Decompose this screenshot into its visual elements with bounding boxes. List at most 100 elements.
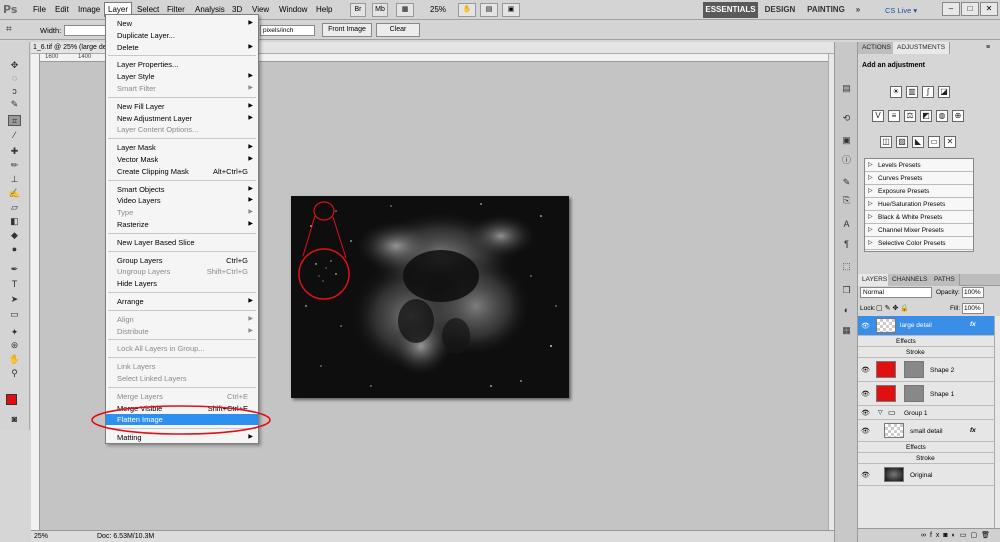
opacity-input[interactable]: 100%: [962, 287, 984, 298]
exposure-icon[interactable]: ◪: [938, 86, 950, 98]
preset-levels[interactable]: Levels Presets: [865, 159, 973, 172]
preset-selective-color[interactable]: Selective Color Presets: [865, 237, 973, 250]
eye-icon[interactable]: 👁: [861, 390, 870, 398]
workspace-painting[interactable]: PAINTING: [805, 2, 847, 18]
tab-paths[interactable]: PATHS: [930, 274, 960, 286]
front-image-button[interactable]: Front Image: [322, 23, 372, 37]
masks-icon[interactable]: ◐: [840, 304, 853, 316]
width-input[interactable]: [64, 25, 106, 36]
preset-black-white[interactable]: Black & White Presets: [865, 211, 973, 224]
history-brush-tool-icon[interactable]: ✍: [8, 188, 21, 199]
menu-item-delete[interactable]: Delete ▶: [106, 42, 258, 53]
layer-name[interactable]: Shape 2: [930, 367, 954, 374]
zoom-tool-icon[interactable]: ⚲: [8, 368, 21, 379]
add-style-icon[interactable]: fx: [930, 532, 943, 539]
eye-icon[interactable]: 👁: [861, 322, 870, 330]
status-zoom[interactable]: 25%: [34, 531, 52, 542]
info-icon[interactable]: ⓘ: [840, 154, 853, 166]
hand-icon[interactable]: ✋: [458, 3, 476, 17]
menu-item-arrange[interactable]: Arrange ▶: [106, 296, 258, 307]
blur-tool-icon[interactable]: ◆: [8, 230, 21, 241]
menu-item-layer-properties[interactable]: Layer Properties...: [106, 59, 258, 70]
curves-icon[interactable]: ∫: [922, 86, 934, 98]
maximize-button[interactable]: □: [961, 2, 979, 16]
eye-icon[interactable]: 👁: [861, 366, 870, 374]
menu-item-vector-mask[interactable]: Vector Mask ▶: [106, 154, 258, 165]
crop-tool-icon[interactable]: ⌗: [8, 115, 21, 126]
paragraph-icon[interactable]: ¶: [840, 238, 853, 250]
menu-edit[interactable]: Edit: [52, 2, 72, 17]
layer-effect-stroke[interactable]: Stroke: [858, 453, 994, 464]
layer-shape-2[interactable]: 👁 Shape 2: [858, 358, 994, 382]
menu-item-distribute[interactable]: Distribute ▶: [106, 326, 258, 337]
preset-channel-mixer[interactable]: Channel Mixer Presets: [865, 224, 973, 237]
layer-effects[interactable]: Effects: [858, 336, 994, 347]
eye-icon[interactable]: 👁: [861, 409, 870, 417]
preset-curves[interactable]: Curves Presets: [865, 172, 973, 185]
nebula-image[interactable]: [291, 196, 569, 398]
cs-live[interactable]: CS Live ▾: [885, 6, 917, 15]
resolution-unit-select[interactable]: pixels/inch: [260, 25, 315, 36]
type-tool-icon[interactable]: T: [8, 279, 21, 290]
fx-icon[interactable]: fx: [970, 427, 976, 434]
close-button[interactable]: ✕: [980, 2, 998, 16]
layer-name[interactable]: Shape 1: [930, 391, 954, 398]
threshold-icon[interactable]: ◣: [912, 136, 924, 148]
menu-item-group-layers[interactable]: Group Layers Ctrl+G: [106, 255, 258, 266]
brush-tool-icon[interactable]: ✏: [8, 160, 21, 171]
status-doc-size[interactable]: Doc: 6.53M/10.3M: [97, 531, 154, 542]
menu-item-video-layers[interactable]: Video Layers ▶: [106, 195, 258, 206]
new-group-icon[interactable]: ▭: [960, 532, 971, 539]
panel-menu-icon[interactable]: ≡: [986, 44, 990, 51]
eye-icon[interactable]: 👁: [861, 471, 870, 479]
invert-icon[interactable]: ◫: [880, 136, 892, 148]
view-extras-icon[interactable]: ▦: [396, 3, 414, 17]
menu-item-layer-mask[interactable]: Layer Mask ▶: [106, 142, 258, 153]
group-expand-icon[interactable]: ▽: [878, 409, 883, 416]
layer-name[interactable]: small detail: [910, 428, 943, 435]
mini-bridge-icon[interactable]: Mb: [372, 3, 388, 17]
menu-item-select-linked-layers[interactable]: Select Linked Layers: [106, 373, 258, 384]
menu-item-create-clipping-mask[interactable]: Create Clipping Mask Alt+Ctrl+G: [106, 166, 258, 177]
menu-file[interactable]: File: [30, 2, 49, 17]
menu-item-lock-all-layers-in-group[interactable]: Lock All Layers in Group...: [106, 343, 258, 354]
menu-item-ungroup-layers[interactable]: Ungroup Layers Shift+Ctrl+G: [106, 266, 258, 277]
blend-mode-select[interactable]: Normal: [860, 287, 932, 298]
tab-channels[interactable]: CHANNELS: [888, 274, 933, 286]
menu-window[interactable]: Window: [276, 2, 310, 17]
more-workspaces-icon[interactable]: »: [852, 2, 864, 18]
bridge-icon[interactable]: Br: [350, 3, 366, 17]
delete-layer-icon[interactable]: 🗑: [981, 532, 994, 539]
clone-source-icon[interactable]: ⎘: [840, 194, 853, 206]
channel-mixer-icon[interactable]: ⊕: [952, 110, 964, 122]
menu-help[interactable]: Help: [313, 2, 335, 17]
menu-item-align[interactable]: Align ▶: [106, 314, 258, 325]
layer-name[interactable]: Original: [910, 472, 932, 479]
menu-item-type[interactable]: Type ▶: [106, 207, 258, 218]
zoom-level[interactable]: 25%: [430, 5, 446, 14]
menu-item-layer-style[interactable]: Layer Style ▶: [106, 71, 258, 82]
brightness-contrast-icon[interactable]: ☀: [890, 86, 902, 98]
clear-button[interactable]: Clear: [376, 23, 420, 37]
character-icon[interactable]: A: [840, 218, 853, 230]
lock-icons[interactable]: ▢✎✥🔒: [876, 304, 911, 312]
layer-small-detail[interactable]: 👁 small detail fx: [858, 420, 994, 442]
posterize-icon[interactable]: ▨: [896, 136, 908, 148]
menu-item-new-adjustment-layer[interactable]: New Adjustment Layer ▶: [106, 113, 258, 124]
history-icon[interactable]: ⟲: [840, 112, 853, 124]
navigator-icon[interactable]: ▣: [840, 134, 853, 146]
3d-rotate-tool-icon[interactable]: ✦: [8, 327, 21, 338]
quick-mask-icon[interactable]: ◙: [8, 414, 21, 425]
layer-name[interactable]: Group 1: [904, 410, 928, 417]
3d-orbit-tool-icon[interactable]: ⊛: [8, 340, 21, 351]
hand-tool-icon[interactable]: ✋: [8, 354, 21, 365]
eye-icon[interactable]: 👁: [861, 427, 870, 435]
menu-item-layer-content-options[interactable]: Layer Content Options...: [106, 124, 258, 135]
add-mask-icon[interactable]: ◙: [943, 532, 951, 539]
dodge-tool-icon[interactable]: ●: [8, 244, 21, 255]
preset-hue-saturation[interactable]: Hue/Saturation Presets: [865, 198, 973, 211]
new-layer-icon[interactable]: ▢: [970, 532, 981, 539]
fx-icon[interactable]: fx: [970, 321, 976, 328]
gradient-tool-icon[interactable]: ◧: [8, 216, 21, 227]
menu-image[interactable]: Image: [75, 2, 103, 17]
